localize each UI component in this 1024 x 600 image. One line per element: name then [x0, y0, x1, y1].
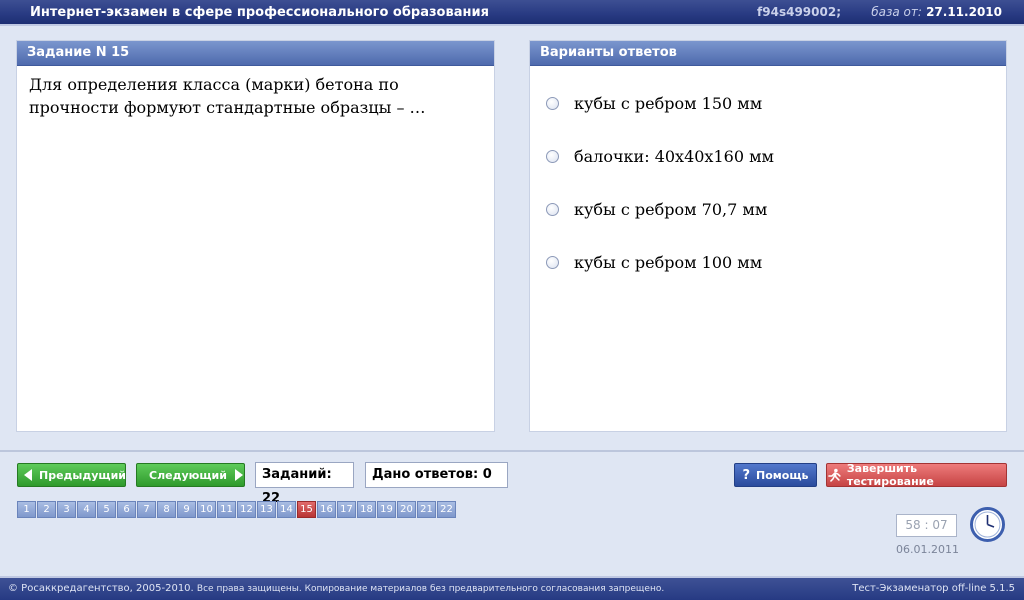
- next-label: Следующий: [149, 468, 227, 482]
- answer-label: балочки: 40x40x160 мм: [574, 146, 774, 166]
- page-button-13[interactable]: 13: [257, 501, 276, 518]
- title-bar: Интернет-экзамен в сфере профессионально…: [0, 0, 1024, 26]
- page-button-14[interactable]: 14: [277, 501, 296, 518]
- base-date: 27.11.2010: [926, 5, 1002, 19]
- answers-panel: Варианты ответов кубы с ребром 150 мм ба…: [529, 40, 1007, 432]
- rights-notice: Все права защищены. Копирование материал…: [196, 584, 665, 594]
- answers-given-count: Дано ответов: 0: [365, 462, 508, 488]
- answer-option-1[interactable]: кубы с ребром 150 мм: [546, 91, 762, 115]
- answer-option-3[interactable]: кубы с ребром 70,7 мм: [546, 197, 767, 221]
- task-pager: 1 2 3 4 5 6 7 8 9 10 11 12 13 14 15 16 17 18 19 20 21 22: [17, 501, 457, 518]
- help-label: Помощь: [756, 468, 809, 482]
- divider: [0, 450, 1024, 452]
- app-title: Интернет-экзамен в сфере профессионально…: [30, 5, 489, 20]
- finish-button[interactable]: Завершить тестирование: [826, 462, 1007, 488]
- header-info: f94s499002; база от: 27.11.2010: [757, 5, 1002, 19]
- prev-button[interactable]: Предыдущий: [17, 463, 126, 487]
- page-button-5[interactable]: 5: [97, 501, 116, 518]
- page-button-1[interactable]: 1: [17, 501, 36, 518]
- page-button-2[interactable]: 2: [37, 501, 56, 518]
- clock-icon: [970, 507, 1005, 542]
- arrow-right-icon: [234, 469, 243, 481]
- radio-icon[interactable]: [546, 202, 559, 216]
- next-button[interactable]: Следующий: [136, 463, 245, 487]
- page-button-21[interactable]: 21: [417, 501, 436, 518]
- radio-icon[interactable]: [546, 149, 559, 163]
- page-button-17[interactable]: 17: [337, 501, 356, 518]
- prev-label: Предыдущий: [39, 468, 127, 482]
- arrow-left-icon: [24, 469, 32, 481]
- answer-label: кубы с ребром 150 мм: [574, 93, 763, 113]
- copyright-text: © Росаккредагентство, 2005-2010.: [8, 583, 194, 594]
- answer-option-2[interactable]: балочки: 40x40x160 мм: [546, 144, 774, 168]
- page-button-8[interactable]: 8: [157, 501, 176, 518]
- page-button-15[interactable]: 15: [297, 501, 316, 518]
- page-button-10[interactable]: 10: [197, 501, 216, 518]
- timer-display: 58 : 07: [896, 514, 957, 537]
- page-button-9[interactable]: 9: [177, 501, 196, 518]
- page-button-11[interactable]: 11: [217, 501, 236, 518]
- answers-title: Варианты ответов: [530, 41, 1006, 66]
- answer-label: кубы с ребром 100 мм: [574, 252, 763, 272]
- footer: © Росаккредагентство, 2005-2010. Все пра…: [0, 576, 1024, 600]
- footer-copyright: © Росаккредагентство, 2005-2010. Все пра…: [8, 583, 664, 594]
- task-title: Задание N 15: [17, 41, 494, 66]
- timer-date: 06.01.2011: [896, 543, 959, 556]
- question-icon: ?: [742, 467, 751, 483]
- page-button-4[interactable]: 4: [77, 501, 96, 518]
- base-label: база от:: [871, 5, 922, 19]
- exam-id: f94s499002;: [757, 5, 842, 19]
- running-man-icon: [828, 468, 841, 482]
- page-button-20[interactable]: 20: [397, 501, 416, 518]
- question-text: Для определения класса (марки) бетона по…: [29, 75, 426, 117]
- answer-label: кубы с ребром 70,7 мм: [574, 199, 768, 219]
- app-version: Тест-Экзаменатор off-line 5.1.5: [852, 583, 1015, 594]
- page-button-6[interactable]: 6: [117, 501, 136, 518]
- page-button-19[interactable]: 19: [377, 501, 396, 518]
- help-button[interactable]: ? Помощь: [734, 463, 817, 487]
- page-button-16[interactable]: 16: [317, 501, 336, 518]
- tasks-count: Заданий: 22: [255, 462, 354, 506]
- radio-icon[interactable]: [546, 255, 559, 269]
- answer-option-4[interactable]: кубы с ребром 100 мм: [546, 250, 762, 274]
- radio-icon[interactable]: [546, 96, 559, 110]
- page-button-7[interactable]: 7: [137, 501, 156, 518]
- page-button-12[interactable]: 12: [237, 501, 256, 518]
- page-button-3[interactable]: 3: [57, 501, 76, 518]
- page-button-22[interactable]: 22: [437, 501, 456, 518]
- page-button-18[interactable]: 18: [357, 501, 376, 518]
- task-panel: Задание N 15 Для определения класса (мар…: [16, 40, 495, 432]
- finish-label: Завершить тестирование: [846, 462, 934, 488]
